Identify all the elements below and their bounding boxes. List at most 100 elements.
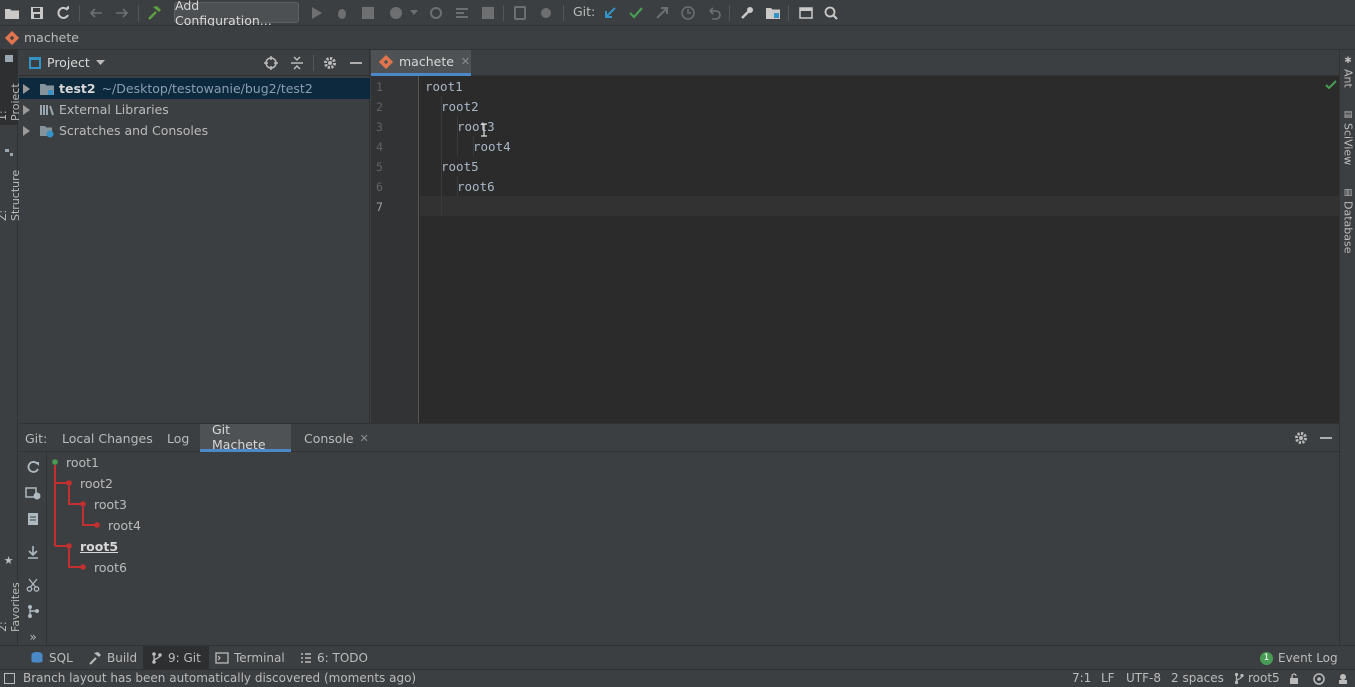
sciview-tool-tab[interactable]: ▤ SciView <box>1340 110 1355 172</box>
slide-out-scissors-icon[interactable] <box>23 575 43 595</box>
ant-icon: ✱ <box>1343 56 1353 66</box>
toggle-tool-windows-icon[interactable] <box>4 673 15 684</box>
search-icon[interactable] <box>821 3 841 23</box>
wrench-settings-icon[interactable] <box>737 3 757 23</box>
gear-icon[interactable] <box>1293 430 1309 446</box>
indent-setting[interactable]: 2 spaces <box>1171 671 1224 685</box>
branch-label-root1[interactable]: root1 <box>66 455 99 470</box>
terminal-tool-tab[interactable]: Terminal <box>209 646 291 670</box>
branch-node-root3 <box>80 501 86 507</box>
settings-sync-icon[interactable] <box>536 3 556 23</box>
project-view-selector[interactable]: Project <box>47 55 105 70</box>
synchronize-icon[interactable] <box>53 3 73 23</box>
lock-icon[interactable] <box>1289 673 1299 685</box>
save-icon[interactable] <box>27 3 47 23</box>
structure-tool-tab[interactable]: Z: Structure <box>0 145 22 225</box>
sciview-icon: ▤ <box>1343 110 1353 120</box>
line-separator[interactable]: LF <box>1101 671 1115 685</box>
ant-tool-tab[interactable]: ✱ Ant <box>1340 56 1355 96</box>
branch-label-root2[interactable]: root2 <box>80 476 113 491</box>
tree-item-label: test2 <box>59 81 96 96</box>
git-update-icon[interactable] <box>600 3 620 23</box>
device-icon[interactable] <box>510 3 530 23</box>
status-message[interactable]: Branch layout has been automatically dis… <box>23 671 416 685</box>
forward-icon[interactable] <box>112 3 132 23</box>
gear-icon[interactable] <box>322 55 338 71</box>
event-log-tool-tab[interactable]: 1 Event Log <box>1256 646 1342 670</box>
project-structure-icon[interactable] <box>763 3 783 23</box>
tab-log[interactable]: Log <box>159 424 197 452</box>
git-push-icon[interactable] <box>652 3 672 23</box>
editor-tab-machete[interactable]: machete ✕ <box>371 50 471 76</box>
hector-inspection-icon[interactable] <box>1312 672 1326 685</box>
favorites-tool-tab[interactable]: 2: Favorites ★ <box>0 550 22 636</box>
code-line: root6 <box>457 179 495 194</box>
locate-target-icon[interactable] <box>263 55 279 71</box>
file-encoding[interactable]: UTF-8 <box>1126 671 1161 685</box>
collapse-all-icon[interactable] <box>289 55 305 71</box>
caret-position[interactable]: 7:1 <box>1072 671 1091 685</box>
presentation-window-icon[interactable] <box>796 3 816 23</box>
tree-item-scratches[interactable]: Scratches and Consoles <box>19 120 370 141</box>
code-editor[interactable]: 1 2 3 4 5 6 7 root1 root2 root3 root4 ro… <box>371 76 1339 423</box>
expand-arrow-icon[interactable] <box>23 104 30 115</box>
expand-arrow-icon[interactable] <box>23 125 30 136</box>
memory-indicator-icon[interactable] <box>1336 672 1350 685</box>
run-icon[interactable] <box>307 3 327 23</box>
chevron-down-icon[interactable] <box>404 3 424 23</box>
status-bar: Branch layout has been automatically dis… <box>0 669 1355 687</box>
right-tool-stripe: ✱ Ant ▤ SciView ▥ Database <box>1339 50 1355 645</box>
back-icon[interactable] <box>86 3 106 23</box>
line-number: 1 <box>376 80 383 94</box>
refresh-icon[interactable] <box>23 457 43 477</box>
tab-console[interactable]: Console ✕ <box>296 424 377 452</box>
git-tool-tab[interactable]: 9: Git <box>143 646 209 670</box>
no-problems-check-icon[interactable] <box>1325 80 1337 90</box>
add-configuration-button[interactable]: Add Configuration... <box>174 0 299 28</box>
stop-icon[interactable] <box>478 3 498 23</box>
open-machete-file-icon[interactable] <box>23 509 43 529</box>
fetch-download-icon[interactable] <box>23 542 43 562</box>
hide-panel-icon[interactable] <box>1319 430 1333 446</box>
close-icon[interactable]: ✕ <box>360 432 369 445</box>
attach-icon[interactable] <box>426 3 446 23</box>
project-panel: Project test2 ~/Desktop/testowanie/bug2/… <box>19 50 370 423</box>
open-folder-icon[interactable] <box>2 3 22 23</box>
tab-local-changes[interactable]: Local Changes <box>54 424 161 452</box>
build-hammer-icon[interactable] <box>144 3 164 23</box>
step-icon[interactable] <box>452 3 472 23</box>
chevron-down-icon <box>95 59 105 65</box>
tree-item-test2[interactable]: test2 ~/Desktop/testowanie/bug2/test2 <box>19 78 370 99</box>
run-with-coverage-icon[interactable] <box>358 3 378 23</box>
branch-label-root6[interactable]: root6 <box>94 560 127 575</box>
git-branch-widget[interactable]: root5 <box>1234 671 1280 685</box>
breadcrumb-file[interactable]: machete <box>24 30 79 45</box>
structure-icon <box>5 149 13 157</box>
close-icon[interactable]: ✕ <box>461 55 470 68</box>
debug-icon[interactable] <box>332 3 352 23</box>
expand-arrow-icon[interactable] <box>23 83 30 94</box>
hide-panel-icon[interactable] <box>349 55 363 71</box>
build-tool-tab[interactable]: Build <box>82 646 143 670</box>
profile-icon[interactable] <box>386 3 406 23</box>
code-line: root1 <box>425 79 463 94</box>
project-tool-tab[interactable]: 1: Project <box>0 50 22 125</box>
git-machete-toolbar: » <box>19 452 47 646</box>
rollback-icon[interactable] <box>704 3 724 23</box>
branch-label-root4[interactable]: root4 <box>108 518 141 533</box>
git-tab-bar: Git: Local Changes Log Git Machete Conso… <box>19 422 1339 452</box>
history-clock-icon[interactable] <box>678 3 698 23</box>
terminal-icon <box>215 652 229 664</box>
database-tool-tab[interactable]: ▥ Database <box>1340 188 1355 258</box>
branch-node-root4 <box>94 522 100 528</box>
branch-label-root3[interactable]: root3 <box>94 497 127 512</box>
tab-git-machete[interactable]: Git Machete <box>200 422 291 452</box>
tree-item-external-libraries[interactable]: External Libraries <box>19 99 370 120</box>
branch-label-current[interactable]: root5 <box>80 539 118 554</box>
sql-tool-tab[interactable]: SQL <box>24 646 79 670</box>
more-actions-icon[interactable]: » <box>23 627 43 647</box>
todo-tool-tab[interactable]: 6: TODO <box>294 646 374 670</box>
toggle-listing-commits-icon[interactable] <box>23 483 43 503</box>
git-commit-icon[interactable] <box>626 3 646 23</box>
discover-branch-layout-icon[interactable] <box>23 601 43 621</box>
